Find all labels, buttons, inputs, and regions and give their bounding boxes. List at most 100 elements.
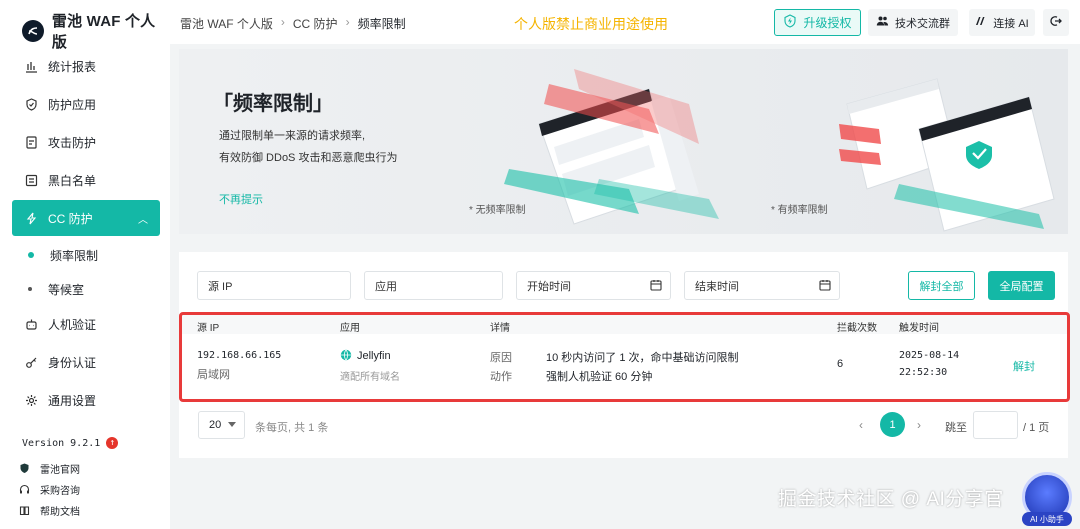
sidebar-subitem-label: 频率限制 <box>50 248 99 263</box>
sidebar-item-captcha[interactable]: 人机验证 <box>12 306 160 342</box>
start-time-picker[interactable]: 开始时间 <box>516 271 671 300</box>
row-app-scope: 適配所有域名 <box>340 372 400 383</box>
end-time-placeholder: 结束时间 <box>695 280 739 293</box>
without-limit-illustration <box>504 69 719 225</box>
row-network-type: 局域网 <box>197 369 230 381</box>
document-icon <box>24 135 38 149</box>
tech-group-label: 技术交流群 <box>895 17 950 30</box>
column-header-app: 应用 <box>340 323 360 334</box>
brand[interactable]: 雷池 WAF 个人版 <box>22 10 170 52</box>
caption-without-limit: * 无频率限制 <box>469 205 526 216</box>
lightning-icon <box>24 211 38 225</box>
ai-logo-icon <box>975 16 987 29</box>
chevron-up-icon: ︿ <box>138 215 148 226</box>
global-config-button[interactable]: 全局配置 <box>988 271 1055 300</box>
row-trigger-time: 22:52:30 <box>899 367 948 378</box>
caret-down-icon <box>228 422 236 427</box>
sidebar-item-label: 统计报表 <box>48 59 97 74</box>
breadcrumb-separator: › <box>345 15 350 29</box>
globe-icon <box>340 349 352 361</box>
key-icon <box>24 355 38 369</box>
start-time-placeholder: 开始时间 <box>527 280 571 293</box>
logout-button[interactable] <box>1043 9 1069 36</box>
logout-icon <box>1050 15 1062 30</box>
table-row: 192.168.66.165 局域网 Jellyfin 適配所有域名 原因 10… <box>179 334 1068 396</box>
row-reason-label: 原因 <box>490 352 512 364</box>
column-header-trigger-time: 触发时间 <box>899 323 939 334</box>
bar-chart-icon <box>24 59 38 73</box>
sidebar-item-allow-deny-list[interactable]: 黑白名单 <box>12 162 160 198</box>
pagination-info: 条每页, 共 1 条 <box>255 422 329 434</box>
dot-icon <box>28 287 32 291</box>
sidebar-item-cc-protection[interactable]: CC 防护 ︿ <box>12 200 160 236</box>
unban-button[interactable]: 解封 <box>1013 358 1035 374</box>
rate-limit-illustration <box>504 69 1055 232</box>
footer-link-official-site[interactable]: 雷池官网 <box>18 458 80 479</box>
sidebar-item-protected-apps[interactable]: 防护应用 <box>12 86 160 122</box>
update-available-icon[interactable]: ↑ <box>106 437 119 449</box>
footer-link-help-docs[interactable]: 帮助文档 <box>18 500 80 521</box>
table-header: 源 IP 应用 详情 拦截次数 触发时间 <box>179 314 1068 334</box>
footer-link-label: 雷池官网 <box>40 465 80 476</box>
topbar: 雷池 WAF 个人版 › CC 防护 › 频率限制 个人版禁止商业用途使用 升级… <box>170 0 1080 44</box>
shield-icon <box>18 463 30 475</box>
footer-link-purchase-consult[interactable]: 采购咨询 <box>18 479 80 500</box>
users-icon <box>876 15 889 30</box>
jump-page-input[interactable] <box>973 411 1018 439</box>
sidebar-item-label: CC 防护 <box>48 211 93 226</box>
column-header-source-ip: 源 IP <box>197 323 220 334</box>
page-size-value: 20 <box>209 419 222 431</box>
sidebar: 雷池 WAF 个人版 统计报表 防护应用 攻击防护 黑白名单 CC 防护 ︿ 频… <box>0 0 170 529</box>
row-source-ip: 192.168.66.165 <box>197 350 282 361</box>
safeline-logo-icon <box>22 20 44 42</box>
connect-ai-button[interactable]: 连接 AI <box>969 9 1035 36</box>
sidebar-item-authentication[interactable]: 身份认证 <box>12 344 160 380</box>
sidebar-nav: 统计报表 防护应用 攻击防护 黑白名单 CC 防护 ︿ 频率限制 等候室 人机验… <box>12 48 160 420</box>
source-ip-input[interactable]: 源 IP <box>197 271 351 300</box>
row-action-text: 强制人机验证 60 分钟 <box>546 371 653 383</box>
breadcrumb-item[interactable]: CC 防护 <box>293 15 338 32</box>
breadcrumb: 雷池 WAF 个人版 › CC 防护 › 频率限制 <box>180 15 406 32</box>
robot-icon <box>24 317 38 331</box>
sidebar-item-label: 通用设置 <box>48 393 97 408</box>
with-limit-illustration <box>839 78 1055 232</box>
end-time-picker[interactable]: 结束时间 <box>684 271 840 300</box>
sidebar-subitem-waiting-room[interactable]: 等候室 <box>12 272 160 306</box>
tech-group-button[interactable]: 技术交流群 <box>868 9 958 36</box>
sidebar-subitem-label: 等候室 <box>48 282 85 297</box>
unban-all-button[interactable]: 解封全部 <box>908 271 975 300</box>
current-page-button[interactable]: 1 <box>880 412 905 437</box>
row-app[interactable]: Jellyfin <box>340 349 391 362</box>
caption-with-limit: * 有频率限制 <box>771 205 828 216</box>
row-app-name: Jellyfin <box>357 350 391 362</box>
feature-banner: 「频率限制」 通过限制单一来源的请求频率, 有效防御 DDoS 攻击和恶意爬虫行… <box>179 49 1068 234</box>
sidebar-subitem-rate-limit[interactable]: 频率限制 <box>12 238 160 272</box>
sidebar-item-label: 防护应用 <box>48 97 97 112</box>
watermark-text: 掘金技术社区 @ AI分享官 <box>778 489 1004 510</box>
column-header-block-count: 拦截次数 <box>837 323 877 334</box>
app-input[interactable]: 应用 <box>364 271 503 300</box>
footer-links: 雷池官网 采购咨询 帮助文档 <box>18 458 80 521</box>
row-action-label: 动作 <box>490 371 512 383</box>
shield-icon <box>24 97 38 111</box>
list-icon <box>24 173 38 187</box>
sidebar-item-general-settings[interactable]: 通用设置 <box>12 382 160 418</box>
version-label: Version 9.2.1 <box>22 437 101 449</box>
book-icon <box>18 505 30 517</box>
connect-ai-label: 连接 AI <box>993 17 1029 30</box>
upgrade-license-button[interactable]: 升级授权 <box>774 9 861 36</box>
sidebar-item-statistics[interactable]: 统计报表 <box>12 48 160 84</box>
next-page-icon[interactable]: › <box>917 418 921 432</box>
sidebar-item-label: 身份认证 <box>48 355 97 370</box>
breadcrumb-item[interactable]: 雷池 WAF 个人版 <box>180 15 273 32</box>
headset-icon <box>18 484 30 496</box>
row-trigger-date: 2025-08-14 <box>899 350 960 361</box>
footer-link-label: 帮助文档 <box>40 507 80 518</box>
license-notice: 个人版禁止商业用途使用 <box>514 16 668 32</box>
calendar-icon <box>650 279 662 294</box>
sidebar-item-attack-protection[interactable]: 攻击防护 <box>12 124 160 160</box>
total-pages: / 1 页 <box>1023 422 1050 434</box>
prev-page-icon[interactable]: ‹ <box>859 418 863 432</box>
page-size-select[interactable]: 20 <box>198 411 245 439</box>
ai-assistant-label[interactable]: AI 小助手 <box>1022 512 1072 526</box>
